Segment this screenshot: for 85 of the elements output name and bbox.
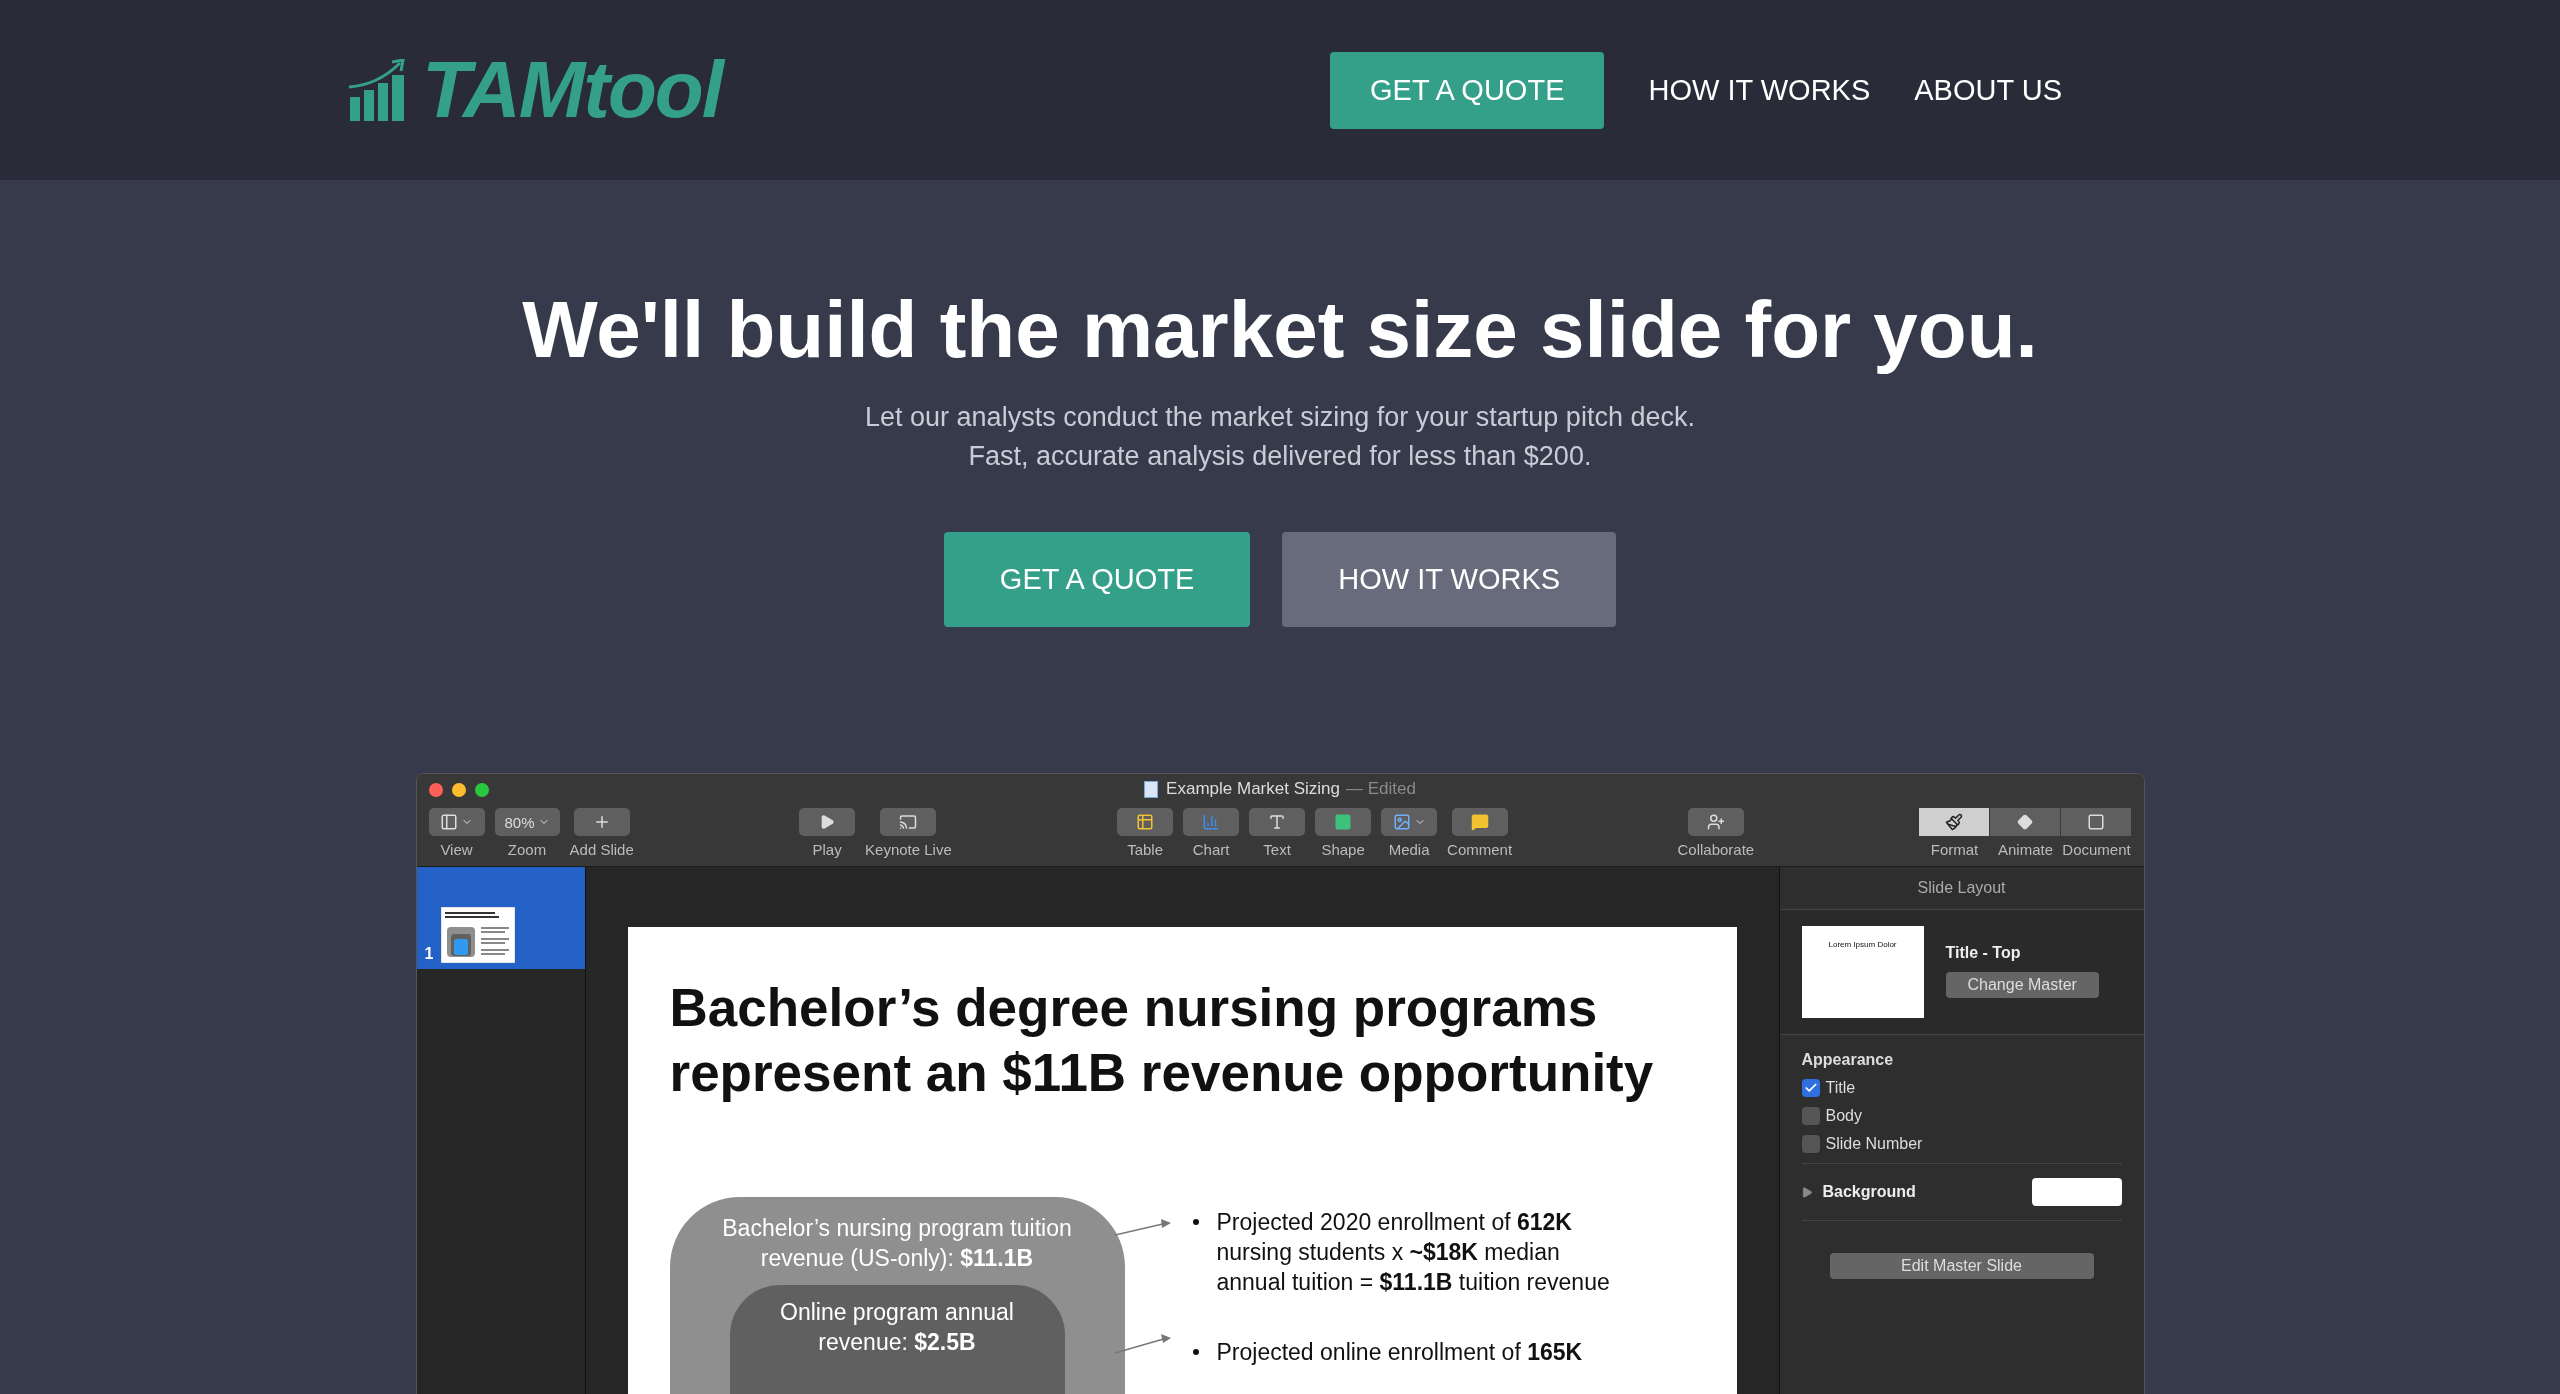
background-label: Background — [1822, 1183, 1916, 1201]
appearance-heading: Appearance — [1801, 1051, 1895, 1069]
edited-status: — Edited — [1345, 779, 1416, 799]
nav-link[interactable]: HOW IT WORKS — [1648, 73, 1871, 107]
bar-chart-icon — [1202, 813, 1221, 831]
master-preview-text: Lorem Ipsum Dolor — [1828, 940, 1897, 951]
layout-name: Title - Top — [1945, 944, 2022, 962]
table-icon — [1136, 813, 1155, 831]
toolbar-label: View — [440, 841, 473, 858]
toolbar-label: Collaborate — [1677, 841, 1755, 858]
inner-box-text: Online program annual revenue: $2.5B — [779, 1298, 1015, 1357]
leader-line — [1114, 1219, 1171, 1236]
toolbar-label: Play — [812, 841, 842, 858]
bullet-icon — [1192, 1219, 1199, 1225]
bullet-text: Projected online enrollment of 165K — [1216, 1338, 1583, 1367]
document-icon — [1144, 780, 1159, 798]
toolbar-button[interactable] — [1687, 808, 1744, 836]
checkbox[interactable] — [1801, 1079, 1820, 1097]
change-master-button[interactable]: Change Master — [1945, 972, 2099, 998]
media-button[interactable] — [1381, 808, 1438, 836]
toolbar-label: Keynote Live — [865, 841, 952, 858]
logo-text: TAMtool — [422, 44, 722, 136]
square-icon — [2087, 813, 2106, 831]
toolbar-button[interactable] — [1117, 808, 1174, 836]
window-minimize-button[interactable] — [451, 783, 466, 797]
check-icon — [1803, 1081, 1818, 1095]
toolbar-label: Zoom — [507, 841, 547, 858]
window-maximize-button[interactable] — [474, 783, 489, 797]
toolbar-label: Table — [1127, 841, 1164, 858]
slide-navigator-item[interactable]: 1 — [416, 867, 585, 969]
text-icon — [1268, 813, 1287, 831]
toolbar-label: Shape — [1321, 841, 1365, 858]
slide-title: Bachelor’s degree nursing programs represent an $11B revenue opportunity — [669, 977, 1655, 1104]
background-color-well[interactable] — [2031, 1178, 2122, 1206]
toolbar-label: Comment — [1447, 841, 1513, 858]
slide-number: 1 — [424, 945, 434, 963]
comment-icon — [1470, 813, 1489, 831]
checkbox-label: Title — [1825, 1079, 1856, 1097]
checkbox-label: Slide Number — [1825, 1135, 1923, 1153]
square-icon — [1334, 813, 1353, 831]
diamond-icon — [2017, 814, 2034, 830]
add-person-icon — [1706, 813, 1725, 831]
leader-line — [1114, 1334, 1171, 1354]
master-preview[interactable]: Lorem Ipsum Dolor — [1801, 926, 1924, 1018]
toolbar-button[interactable] — [1249, 808, 1306, 836]
toolbar-label: Media — [1388, 841, 1430, 858]
inspector-heading: Slide Layout — [1917, 879, 2006, 897]
toolbar-label: Chart — [1192, 841, 1230, 858]
how-it-works-button[interactable]: HOW IT WORKS — [1282, 532, 1617, 627]
quote-button[interactable]: GET A QUOTE — [943, 532, 1251, 627]
image-icon — [1392, 813, 1411, 831]
bullet-text: Projected 2020 enrollment of 612K nursing students x ~$18K median annual tuition = $11.1B tuition revenue — [1216, 1208, 1611, 1297]
disclosure-triangle-icon[interactable] — [1801, 1186, 1813, 1198]
toolbar-button[interactable] — [1315, 808, 1372, 836]
screen-icon — [899, 813, 918, 831]
nav-quote-button[interactable]: GET A QUOTE — [1330, 51, 1605, 129]
sidebar-icon — [440, 813, 458, 831]
toolbar-label: Document — [2062, 841, 2131, 858]
paintbrush-icon — [1945, 813, 1964, 831]
hero-title: We'll build the market size slide for you. — [522, 284, 2038, 376]
outer-box-text: Bachelor’s nursing program tuition revenue (US-only): $11.1B — [722, 1214, 1072, 1273]
toolbar-label: Animate — [1997, 841, 2053, 858]
inspector-tab[interactable] — [1990, 808, 2061, 836]
toolbar-button[interactable] — [1183, 808, 1240, 836]
toolbar-label: Add Slide — [569, 841, 634, 858]
view-button[interactable] — [428, 808, 485, 836]
checkbox[interactable] — [1801, 1107, 1820, 1125]
toolbar-label: Format — [1930, 841, 1979, 858]
toolbar-button[interactable] — [573, 808, 630, 836]
zoom-dropdown[interactable]: 80% — [494, 808, 560, 836]
play-icon — [819, 814, 836, 830]
inspector-tab[interactable] — [2061, 808, 2132, 836]
toolbar-button[interactable] — [799, 808, 856, 836]
window-title: Example Market Sizing — [1166, 779, 1340, 799]
toolbar-button[interactable] — [1451, 808, 1508, 836]
edit-master-slide-button[interactable]: Edit Master Slide — [1829, 1253, 2094, 1279]
inspector-tab[interactable] — [1919, 808, 1990, 836]
checkbox-label: Body — [1825, 1107, 1862, 1125]
bullet-icon — [1192, 1349, 1199, 1355]
toolbar-label: Text — [1263, 841, 1291, 858]
hero-subtitle: Let our analysts conduct the market sizing for your startup pitch deck. Fast, accurate analysis delivered for less than $200. — [865, 401, 1695, 473]
checkbox[interactable] — [1801, 1135, 1820, 1153]
window-close-button[interactable] — [428, 783, 443, 797]
toolbar-button[interactable] — [880, 808, 937, 836]
nav-link[interactable]: ABOUT US — [1914, 73, 2062, 107]
